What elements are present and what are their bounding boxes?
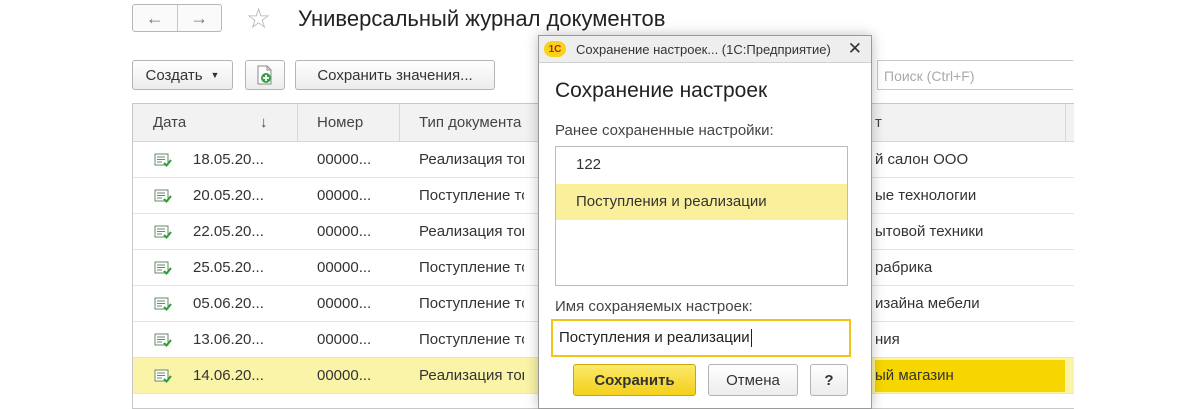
create-button-label: Создать bbox=[145, 66, 203, 84]
settings-name-input[interactable]: Поступления и реализации bbox=[551, 319, 851, 357]
cell-number: 00000... bbox=[317, 331, 372, 348]
cell-number: 00000... bbox=[317, 223, 372, 240]
cell-doc-type: Реализация тов... bbox=[419, 223, 524, 240]
page-title: Универсальный журнал документов bbox=[298, 6, 666, 31]
document-posted-icon bbox=[154, 297, 172, 311]
search-input[interactable]: Поиск (Ctrl+F) bbox=[877, 60, 1073, 90]
cell-counterparty: ый магазин bbox=[875, 367, 954, 384]
cell-date: 25.05.20... bbox=[193, 259, 264, 276]
column-divider[interactable] bbox=[297, 104, 298, 141]
dialog-window-title: Сохранение настроек... (1С:Предприятие) bbox=[576, 41, 831, 57]
cell-date: 14.06.20... bbox=[193, 367, 264, 384]
cell-number: 00000... bbox=[317, 367, 372, 384]
save-values-button[interactable]: Сохранить значения... bbox=[295, 60, 495, 90]
save-settings-dialog: 1С Сохранение настроек... (1С:Предприяти… bbox=[538, 35, 872, 409]
document-posted-icon bbox=[154, 189, 172, 203]
back-button[interactable]: ← bbox=[133, 5, 177, 31]
column-header-doc-type[interactable]: Тип документа bbox=[419, 114, 521, 131]
document-posted-icon bbox=[154, 225, 172, 239]
cell-counterparty: й салон ООО bbox=[875, 151, 969, 168]
cell-doc-type: Поступление тов... bbox=[419, 259, 524, 276]
chevron-down-icon: ▼ bbox=[210, 70, 220, 80]
navigation-buttons: ← → bbox=[132, 4, 222, 32]
cell-date: 13.06.20... bbox=[193, 331, 264, 348]
column-header-number[interactable]: Номер bbox=[317, 114, 363, 131]
cell-counterparty: изайна мебели bbox=[875, 295, 980, 312]
dialog-heading: Сохранение настроек bbox=[555, 79, 768, 102]
cell-date: 18.05.20... bbox=[193, 151, 264, 168]
document-posted-icon bbox=[154, 261, 172, 275]
cell-counterparty: ытовой техники bbox=[875, 223, 984, 240]
close-icon[interactable]: ✕ bbox=[848, 39, 862, 59]
dialog-titlebar[interactable]: 1С Сохранение настроек... (1С:Предприяти… bbox=[539, 36, 871, 63]
arrow-right-icon: → bbox=[190, 7, 209, 28]
settings-name-value: Поступления и реализации bbox=[559, 329, 750, 346]
forward-button[interactable]: → bbox=[176, 5, 222, 31]
cancel-button[interactable]: Отмена bbox=[708, 364, 798, 396]
column-divider[interactable] bbox=[399, 104, 400, 141]
cell-number: 00000... bbox=[317, 187, 372, 204]
cell-date: 22.05.20... bbox=[193, 223, 264, 240]
text-cursor bbox=[750, 329, 752, 348]
cell-doc-type: Поступление тов... bbox=[419, 187, 524, 204]
cell-date: 20.05.20... bbox=[193, 187, 264, 204]
list-item-selected[interactable]: Поступления и реализации bbox=[556, 184, 847, 220]
settings-name-label: Имя сохраняемых настроек: bbox=[555, 298, 753, 315]
create-button[interactable]: Создать ▼ bbox=[132, 60, 233, 90]
cell-number: 00000... bbox=[317, 151, 372, 168]
add-document-button[interactable] bbox=[245, 60, 285, 90]
sort-descending-icon[interactable]: ↓ bbox=[260, 114, 268, 131]
column-header-date[interactable]: Дата bbox=[153, 114, 186, 131]
cell-number: 00000... bbox=[317, 295, 372, 312]
saved-settings-list[interactable]: 122 Поступления и реализации bbox=[555, 146, 848, 286]
cell-doc-type: Реализация тов... bbox=[419, 367, 524, 384]
document-posted-icon bbox=[154, 333, 172, 347]
app-logo-icon: 1С bbox=[544, 41, 566, 57]
cell-counterparty: ые технологии bbox=[875, 187, 977, 204]
column-divider[interactable] bbox=[1065, 104, 1066, 141]
document-posted-icon bbox=[154, 153, 172, 167]
cell-number: 00000... bbox=[317, 259, 372, 276]
column-header-counterparty[interactable]: т bbox=[875, 114, 882, 131]
document-posted-icon bbox=[154, 369, 172, 383]
cell-doc-type: Реализация тов... bbox=[419, 151, 524, 168]
add-document-icon bbox=[257, 65, 272, 85]
favorite-star-icon[interactable]: ☆ bbox=[246, 2, 271, 35]
help-button[interactable]: ? bbox=[810, 364, 848, 396]
save-button[interactable]: Сохранить bbox=[573, 364, 696, 396]
cell-doc-type: Поступление тов... bbox=[419, 331, 524, 348]
arrow-left-icon: ← bbox=[145, 7, 164, 28]
cell-counterparty: ния bbox=[875, 331, 900, 348]
list-item[interactable]: 122 bbox=[556, 147, 847, 183]
saved-settings-label: Ранее сохраненные настройки: bbox=[555, 122, 774, 139]
cell-counterparty: рабрика bbox=[875, 259, 933, 276]
cell-date: 05.06.20... bbox=[193, 295, 264, 312]
cell-doc-type: Поступление тов... bbox=[419, 295, 524, 312]
